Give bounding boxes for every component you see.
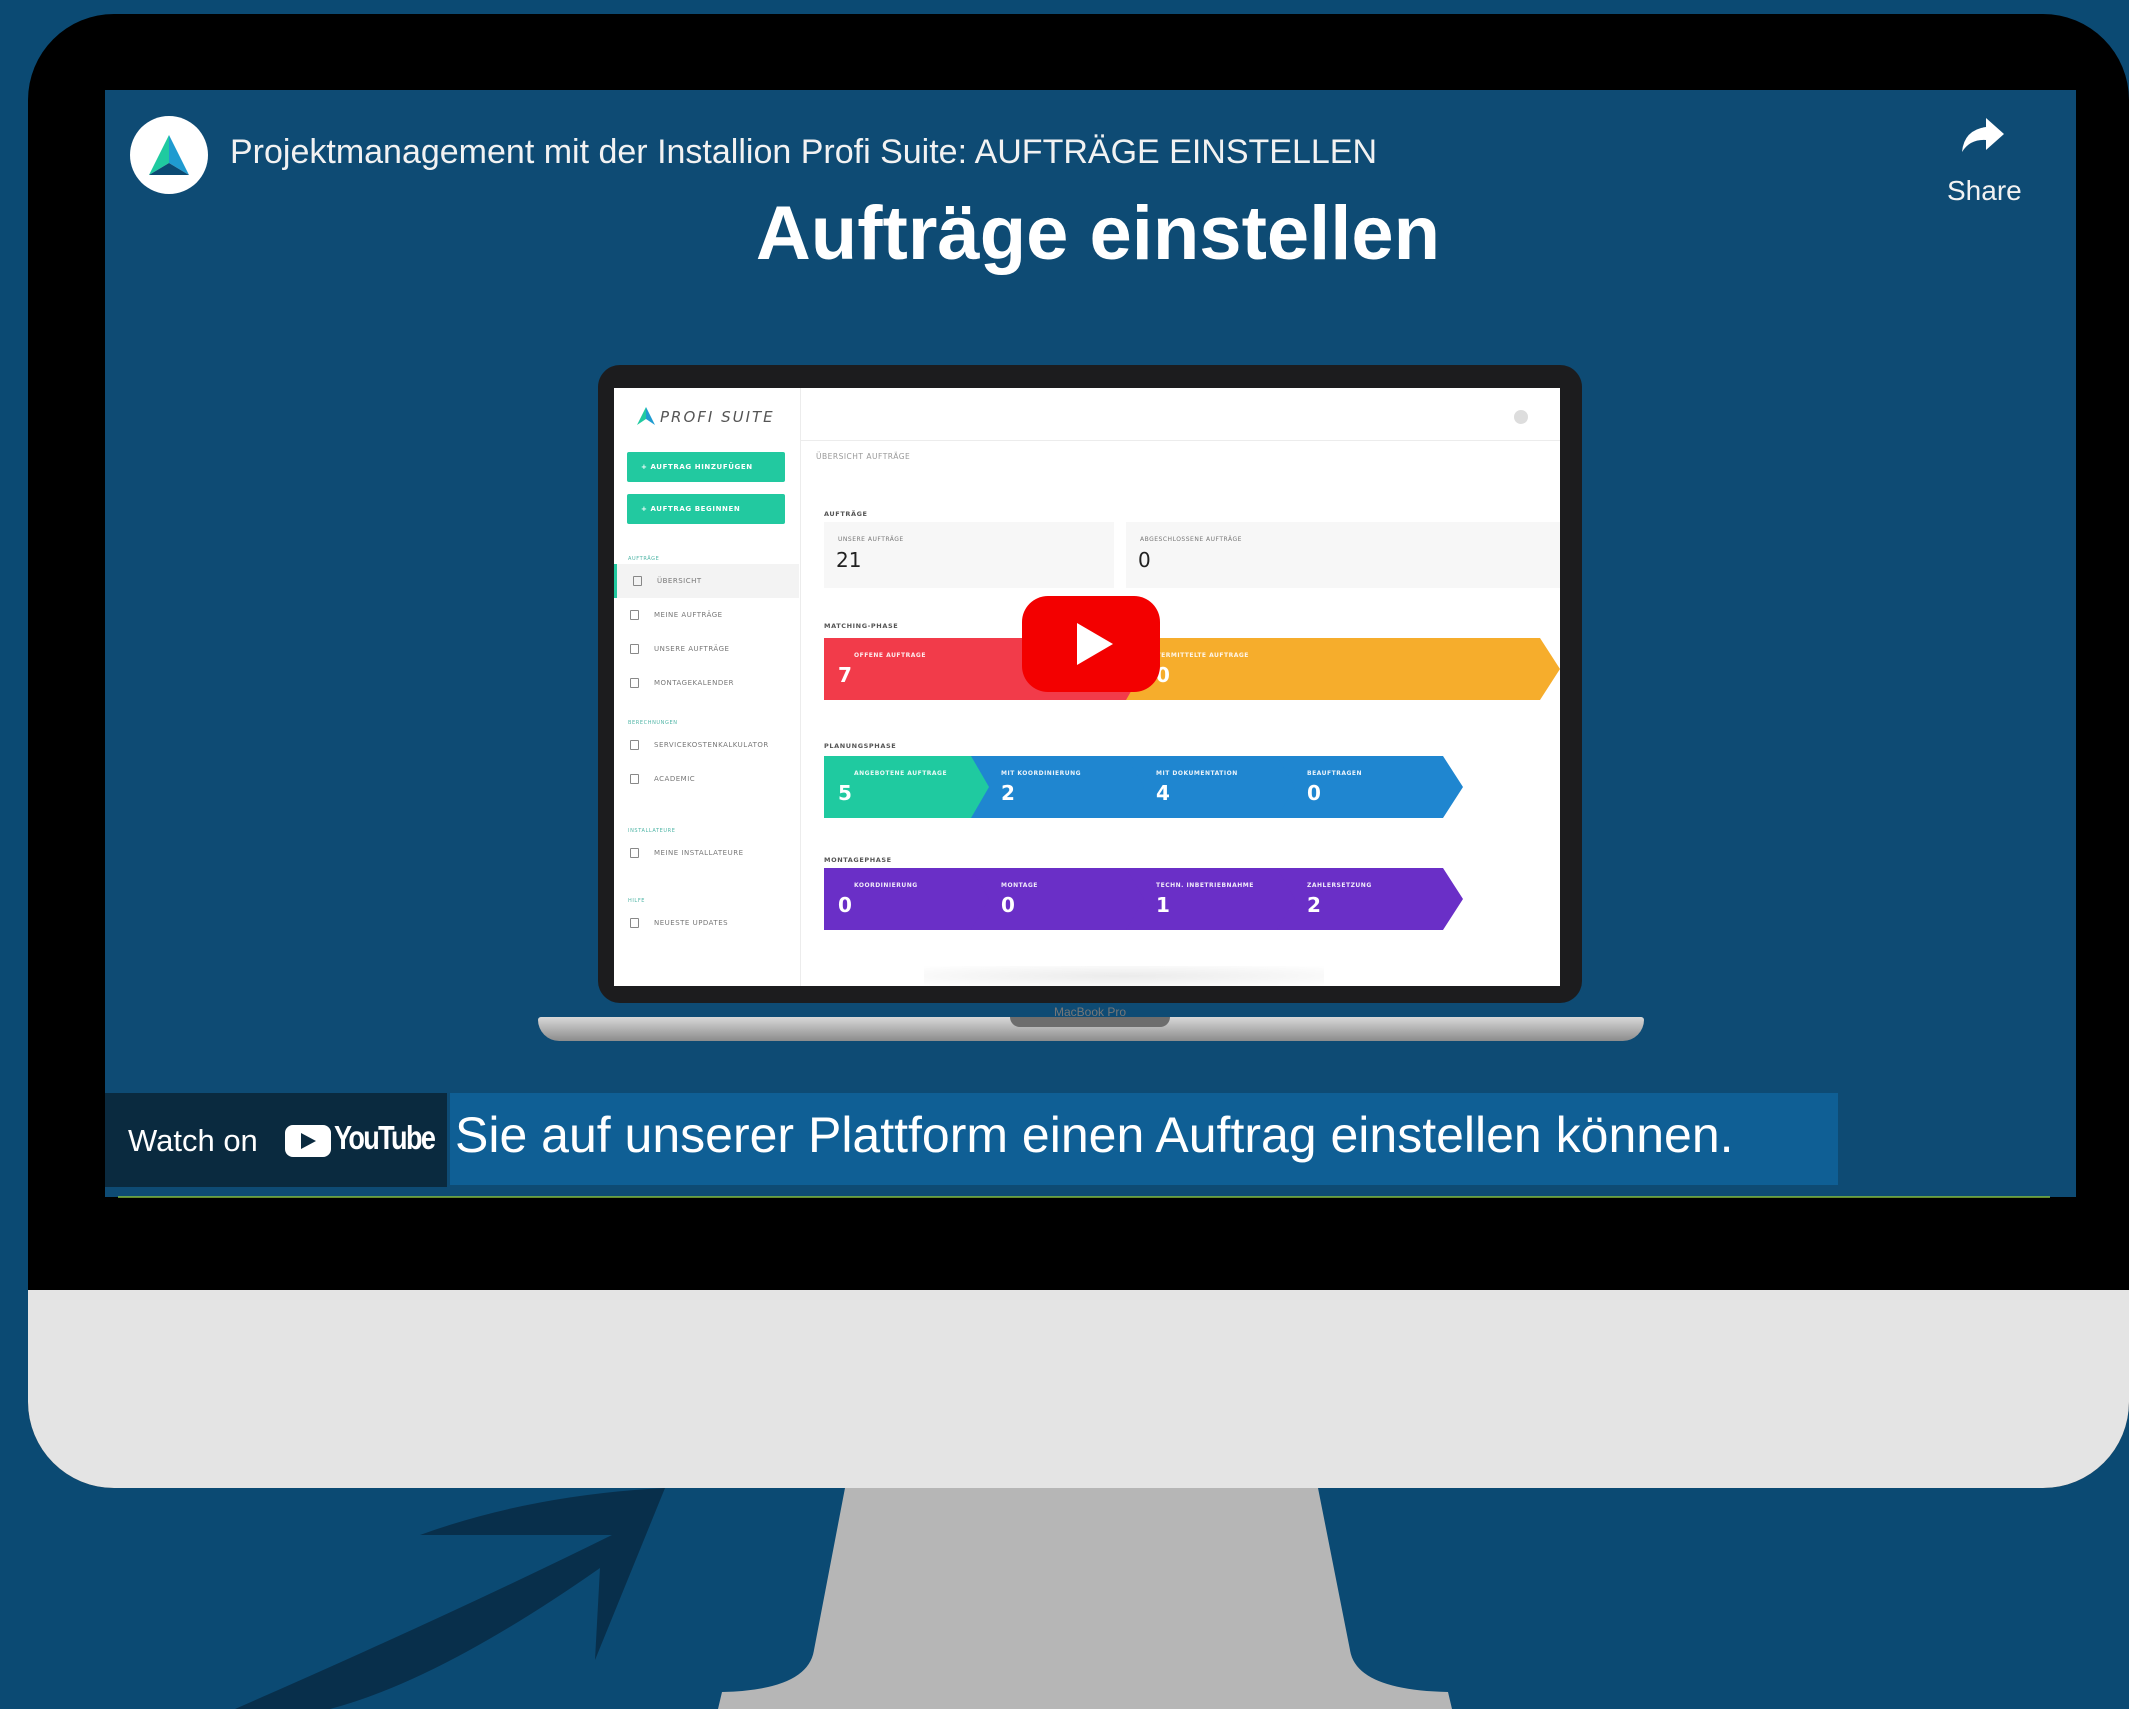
- app-topbar: [800, 388, 1560, 441]
- sidebar-item-calculator[interactable]: SERVICEKOSTENKALKULATOR: [614, 728, 799, 762]
- phase-card-label: BEAUFTRAGEN: [1307, 770, 1363, 777]
- monitor-chin: [28, 1290, 2129, 1488]
- avatar[interactable]: [1514, 410, 1528, 424]
- video-title[interactable]: Projektmanagement mit der Installion Pro…: [230, 133, 1377, 172]
- updates-icon: [630, 918, 639, 928]
- phase-card-value: 0: [1001, 893, 1015, 917]
- phase-card-label: MIT DOKUMENTATION: [1156, 770, 1238, 777]
- laptop-label: MacBook Pro: [1053, 1005, 1127, 1019]
- slide-heading: Aufträge einstellen: [755, 191, 1441, 276]
- play-icon[interactable]: [1077, 623, 1113, 665]
- stat-card-our-orders[interactable]: UNSERE AUFTRÄGE 21: [824, 522, 1114, 588]
- assembly-phase-card[interactable]: MONTAGE 0: [971, 868, 1157, 930]
- app-logo-text: PROFI SUITE: [660, 408, 775, 426]
- installion-logo-icon: [149, 135, 189, 175]
- share-icon[interactable]: [1960, 116, 2006, 156]
- sidebar-item-installers[interactable]: MEINE INSTALLATEURE: [614, 836, 799, 870]
- sidebar-section-help: HILFE: [628, 898, 646, 904]
- matching-phase-card[interactable]: VERMITTELTE AUFTRÄGE 0: [1126, 638, 1560, 700]
- phase-card-value: 0: [838, 893, 852, 917]
- breadcrumb: ÜBERSICHT AUFTRÄGE: [816, 452, 911, 461]
- decorative-arrow-icon: [235, 1488, 665, 1709]
- youtube-play-triangle-icon: [301, 1133, 316, 1149]
- academic-icon: [630, 774, 639, 784]
- app-sidebar: PROFI SUITE + AUFTRAG HINZUFÜGEN + AUFTR…: [614, 388, 801, 986]
- document-icon: [633, 576, 642, 586]
- phase-card-value: 7: [838, 663, 852, 687]
- group-title-planning: PLANUNGSPHASE: [824, 742, 897, 750]
- briefcase-icon: [630, 610, 639, 620]
- phase-card-label: MONTAGE: [1001, 882, 1038, 889]
- scroll-shadow: [924, 966, 1324, 986]
- sidebar-item-overview[interactable]: ÜBERSICHT: [614, 564, 799, 598]
- stat-label: UNSERE AUFTRÄGE: [838, 536, 904, 543]
- stat-label: ABGESCHLOSSENE AUFTRÄGE: [1140, 536, 1242, 543]
- calculator-icon: [630, 740, 639, 750]
- group-title-assembly: MONTAGEPHASE: [824, 856, 892, 864]
- sidebar-item-academic[interactable]: ACADEMIC: [614, 762, 799, 796]
- phase-card-value: 4: [1156, 781, 1170, 805]
- video-progress-bar[interactable]: [118, 1196, 2050, 1198]
- phase-card-value: 2: [1001, 781, 1015, 805]
- stat-value: 0: [1138, 548, 1151, 572]
- phase-card-label: ANGEBOTENE AUFTRÄGE: [854, 770, 948, 777]
- phase-card-label: ZÄHLERSETZUNG: [1307, 882, 1372, 889]
- sidebar-section-orders: AUFTRÄGE: [628, 556, 660, 562]
- stat-value: 21: [836, 548, 862, 572]
- start-order-button[interactable]: + AUFTRAG BEGINNEN: [627, 494, 785, 524]
- sidebar-item-my-orders[interactable]: MEINE AUFTRÄGE: [614, 598, 799, 632]
- phase-card-value: 2: [1307, 893, 1321, 917]
- caption-text: Sie auf unserer Plattform einen Auftrag …: [455, 1107, 1734, 1163]
- sidebar-item-calendar[interactable]: MONTAGEKALENDER: [614, 666, 799, 700]
- channel-avatar[interactable]: [130, 116, 208, 194]
- youtube-wordmark[interactable]: YouTube: [334, 1119, 436, 1157]
- phase-card-label: OFFENE AUFTRÄGE: [854, 652, 926, 659]
- planning-phase-card[interactable]: MIT KOORDINIERUNG 2: [971, 756, 1157, 818]
- watch-on-label[interactable]: Watch on: [128, 1123, 258, 1159]
- sidebar-item-our-orders[interactable]: UNSERE AUFTRÄGE: [614, 632, 799, 666]
- profi-suite-logo-icon: [637, 407, 655, 425]
- phase-card-label: KOORDINIERUNG: [854, 882, 918, 889]
- users-icon: [630, 848, 639, 858]
- sidebar-section-installers: INSTALLATEURE: [628, 828, 676, 834]
- stat-card-completed-orders[interactable]: ABGESCHLOSSENE AUFTRÄGE 0: [1126, 522, 1560, 588]
- calendar-icon: [630, 678, 639, 688]
- phase-card-label: VERMITTELTE AUFTRÄGE: [1156, 652, 1249, 659]
- planning-phase-card[interactable]: BEAUFTRAGEN 0: [1277, 756, 1463, 818]
- sidebar-item-updates[interactable]: NEUESTE UPDATES: [614, 906, 799, 940]
- group-title-orders: AUFTRÄGE: [824, 510, 868, 518]
- phase-card-value: 5: [838, 781, 852, 805]
- assembly-phase-card[interactable]: ZÄHLERSETZUNG 2: [1277, 868, 1463, 930]
- group-title-matching: MATCHING-PHASE: [824, 622, 899, 630]
- phase-card-value: 0: [1307, 781, 1321, 805]
- phase-card-label: MIT KOORDINIERUNG: [1001, 770, 1082, 777]
- phase-card-value: 1: [1156, 893, 1170, 917]
- add-order-button[interactable]: + AUFTRAG HINZUFÜGEN: [627, 452, 785, 482]
- sidebar-section-calculations: BERECHNUNGEN: [628, 720, 678, 726]
- briefcase-icon: [630, 644, 639, 654]
- phase-card-label: TECHN. INBETRIEBNAHME: [1156, 882, 1254, 889]
